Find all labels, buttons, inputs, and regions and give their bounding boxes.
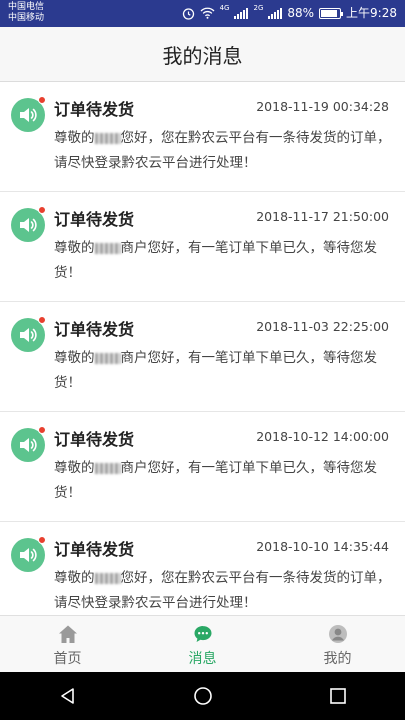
redacted-name	[94, 132, 121, 144]
battery-percent: 88%	[287, 6, 315, 20]
message-body-prefix: 尊敬的	[54, 570, 95, 586]
speaker-icon	[20, 218, 37, 232]
unread-dot	[38, 426, 46, 434]
bottom-tab-bar: 首页 消息 我的	[0, 615, 405, 672]
carrier-labels: 中国电信 中国移动	[8, 2, 44, 24]
carrier-1: 中国电信	[8, 2, 45, 12]
message-list[interactable]: 订单待发货 2018-11-19 00:34:28 尊敬的 您好，您在黔农云平台有…	[0, 82, 405, 615]
message-avatar	[11, 536, 46, 572]
message-item[interactable]: 订单待发货 2018-10-10 14:35:44 尊敬的 您好，您在黔农云平台有…	[0, 522, 405, 615]
message-body: 尊敬的 商户您好，有一笔订单下单已久，等待您发货！	[54, 236, 394, 286]
message-body-prefix: 尊敬的	[54, 350, 95, 366]
unread-dot	[38, 536, 46, 544]
speaker-icon	[20, 108, 37, 122]
redacted-name	[94, 462, 121, 474]
message-time: 2018-11-03 22:25:00	[256, 319, 389, 334]
home-circle-icon[interactable]	[193, 686, 213, 706]
message-title: 订单待发货	[54, 540, 135, 559]
message-avatar	[11, 96, 46, 132]
message-item[interactable]: 订单待发货 2018-11-17 21:50:00 尊敬的 商户您好，有一笔订单下…	[0, 192, 405, 302]
unread-dot	[38, 316, 46, 324]
chat-icon	[194, 626, 211, 642]
message-title: 订单待发货	[54, 210, 135, 229]
tab-profile[interactable]: 我的	[270, 616, 405, 672]
message-title: 订单待发货	[54, 320, 135, 339]
message-body: 尊敬的 您好，您在黔农云平台有一条待发货的订单，请尽快登录黔农云平台进行处理！	[54, 566, 394, 615]
system-nav-bar	[0, 672, 405, 720]
network-type-2: 2G	[253, 4, 264, 12]
status-bar: 中国电信 中国移动 4G 2G 88% 上午9:28	[0, 0, 405, 27]
redacted-name	[94, 572, 121, 584]
clock: 上午9:28	[346, 6, 397, 20]
speaker-icon	[20, 438, 37, 452]
network-type-1: 4G	[219, 4, 230, 12]
message-time: 2018-11-19 00:34:28	[256, 99, 389, 114]
home-icon	[58, 625, 77, 643]
tab-profile-label: 我的	[323, 651, 352, 667]
redacted-name	[94, 242, 121, 254]
carrier-2: 中国移动	[8, 13, 45, 23]
status-icons: 4G 2G 88% 上午9:28	[182, 5, 397, 21]
message-body: 尊敬的 商户您好，有一笔订单下单已久，等待您发货！	[54, 456, 394, 506]
wifi-icon	[200, 7, 215, 19]
recents-icon[interactable]	[328, 686, 348, 706]
message-time: 2018-11-17 21:50:00	[256, 209, 389, 224]
redacted-name	[94, 352, 121, 364]
signal-icon-1	[234, 7, 249, 19]
message-body-prefix: 尊敬的	[54, 240, 95, 256]
unread-dot	[38, 206, 46, 214]
message-item[interactable]: 订单待发货 2018-11-03 22:25:00 尊敬的 商户您好，有一笔订单下…	[0, 302, 405, 412]
message-item[interactable]: 订单待发货 2018-11-19 00:34:28 尊敬的 您好，您在黔农云平台有…	[0, 82, 405, 192]
app-header: 我的消息	[0, 27, 405, 82]
tab-messages-label: 消息	[188, 651, 217, 667]
page-title: 我的消息	[162, 43, 243, 68]
tab-home[interactable]: 首页	[0, 616, 135, 672]
unread-dot	[38, 96, 46, 104]
message-avatar	[11, 316, 46, 352]
message-title: 订单待发货	[54, 100, 135, 119]
message-body-prefix: 尊敬的	[54, 460, 95, 476]
alarm-icon	[182, 7, 194, 20]
tab-home-label: 首页	[53, 651, 82, 667]
tab-messages[interactable]: 消息	[135, 616, 270, 672]
signal-icon-2	[268, 7, 283, 19]
battery-icon	[319, 7, 344, 19]
back-icon[interactable]	[58, 686, 78, 706]
message-body: 尊敬的 商户您好，有一笔订单下单已久，等待您发货！	[54, 346, 394, 396]
message-body-prefix: 尊敬的	[54, 130, 95, 146]
message-avatar	[11, 206, 46, 242]
message-item[interactable]: 订单待发货 2018-10-12 14:00:00 尊敬的 商户您好，有一笔订单下…	[0, 412, 405, 522]
message-time: 2018-10-10 14:35:44	[256, 539, 389, 554]
speaker-icon	[20, 548, 37, 562]
user-icon	[328, 625, 347, 643]
speaker-icon	[20, 328, 37, 342]
message-avatar	[11, 426, 46, 462]
message-body: 尊敬的 您好，您在黔农云平台有一条待发货的订单，请尽快登录黔农云平台进行处理！	[54, 126, 394, 176]
message-time: 2018-10-12 14:00:00	[256, 429, 389, 444]
message-title: 订单待发货	[54, 430, 135, 449]
